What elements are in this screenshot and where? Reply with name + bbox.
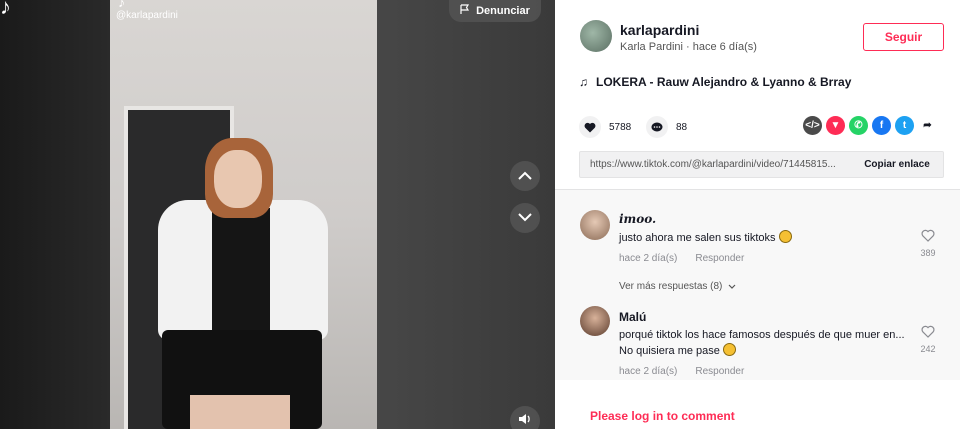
- music-title: LOKERA - Rauw Alejandro & Lyanno & Brray: [596, 75, 852, 89]
- share-buttons: </> ▼ ✆ f t ➦: [803, 116, 937, 135]
- video-player[interactable]: ♪ ♪ @karlapardini Denunciar: [0, 0, 555, 429]
- comment-avatar[interactable]: [580, 210, 610, 240]
- next-video-button[interactable]: [510, 203, 540, 233]
- emoji-icon: [778, 230, 792, 243]
- author-meta: Karla Pardini · hace 6 día(s): [620, 41, 757, 53]
- comment-author[interactable]: Malú: [619, 310, 646, 324]
- tiktok-logo-icon[interactable]: ♪: [0, 0, 22, 19]
- tiktok-send-icon[interactable]: ▼: [826, 116, 845, 135]
- comments-section[interactable]: imoo. justo ahora me salen sus tiktoks h…: [555, 189, 960, 380]
- comment-text: porqué tiktok los hace famosos después d…: [619, 327, 909, 359]
- video-frame[interactable]: [110, 0, 377, 429]
- comment-like[interactable]: 242: [918, 325, 938, 354]
- comment-text-content: porqué tiktok los hace famosos después d…: [619, 329, 905, 357]
- login-to-comment-link[interactable]: Please log in to comment: [590, 409, 735, 423]
- emoji-icon: [722, 343, 736, 356]
- music-link[interactable]: ♫ LOKERA - Rauw Alejandro & Lyanno & Brr…: [579, 75, 851, 89]
- comment-bubble-icon[interactable]: [646, 116, 668, 138]
- video-person-face: [214, 150, 262, 208]
- comment-meta: hace 2 día(s) Responder: [619, 366, 744, 377]
- view-more-label: Ver más respuestas (8): [619, 281, 723, 292]
- copy-link-button[interactable]: Copiar enlace: [851, 159, 943, 170]
- comment-like-count: 242: [920, 344, 936, 354]
- heart-icon[interactable]: [579, 116, 601, 138]
- music-note-icon: ♫: [579, 75, 588, 89]
- like-count: 5788: [609, 121, 632, 133]
- volume-button[interactable]: [510, 406, 540, 429]
- whatsapp-icon[interactable]: ✆: [849, 116, 868, 135]
- comment-author[interactable]: imoo.: [619, 212, 656, 226]
- author-avatar[interactable]: [580, 20, 612, 52]
- tiktok-watermark-icon: ♪: [118, 0, 125, 10]
- comment-count: 88: [676, 121, 688, 133]
- heart-outline-icon[interactable]: [921, 229, 935, 244]
- twitter-icon[interactable]: t: [895, 116, 914, 135]
- speaker-icon: [518, 412, 532, 429]
- video-person-top: [212, 208, 270, 338]
- comment-like-count: 389: [920, 248, 936, 258]
- comment-text-content: justo ahora me salen sus tiktoks: [619, 232, 776, 244]
- tiktok-video-page: ♪ ♪ @karlapardini Denunciar karlapardini…: [0, 0, 960, 429]
- follow-button[interactable]: Seguir: [863, 23, 944, 51]
- comment-like[interactable]: 389: [918, 229, 938, 258]
- video-link-url[interactable]: https://www.tiktok.com/@karlapardini/vid…: [580, 159, 851, 170]
- facebook-icon[interactable]: f: [872, 116, 891, 135]
- comment-text: justo ahora me salen sus tiktoks: [619, 230, 909, 246]
- report-label: Denunciar: [476, 5, 530, 17]
- chevron-down-icon: [728, 281, 736, 292]
- video-details-panel: karlapardini Karla Pardini · hace 6 día(…: [555, 0, 960, 429]
- comment-avatar[interactable]: [580, 306, 610, 336]
- reply-button[interactable]: Responder: [695, 366, 744, 377]
- video-person-legs: [190, 395, 290, 429]
- comment-time: hace 2 día(s): [619, 253, 678, 264]
- chevron-up-icon: [518, 167, 532, 185]
- flag-icon: [460, 4, 470, 18]
- chevron-down-icon: [518, 209, 532, 227]
- share-arrow-icon[interactable]: ➦: [918, 116, 937, 135]
- reply-button[interactable]: Responder: [695, 253, 744, 264]
- video-watermark-handle: @karlapardini: [116, 10, 178, 21]
- report-button[interactable]: Denunciar: [449, 0, 541, 22]
- like-stat[interactable]: 5788: [579, 116, 631, 138]
- video-link-box: https://www.tiktok.com/@karlapardini/vid…: [579, 151, 944, 178]
- view-more-replies[interactable]: Ver más respuestas (8): [619, 281, 736, 292]
- comment-time: hace 2 día(s): [619, 366, 678, 377]
- comment-stat[interactable]: 88: [646, 116, 687, 138]
- embed-icon[interactable]: </>: [803, 116, 822, 135]
- author-username[interactable]: karlapardini: [620, 22, 699, 38]
- previous-video-button[interactable]: [510, 161, 540, 191]
- comment-meta: hace 2 día(s) Responder: [619, 253, 744, 264]
- heart-outline-icon[interactable]: [921, 325, 935, 340]
